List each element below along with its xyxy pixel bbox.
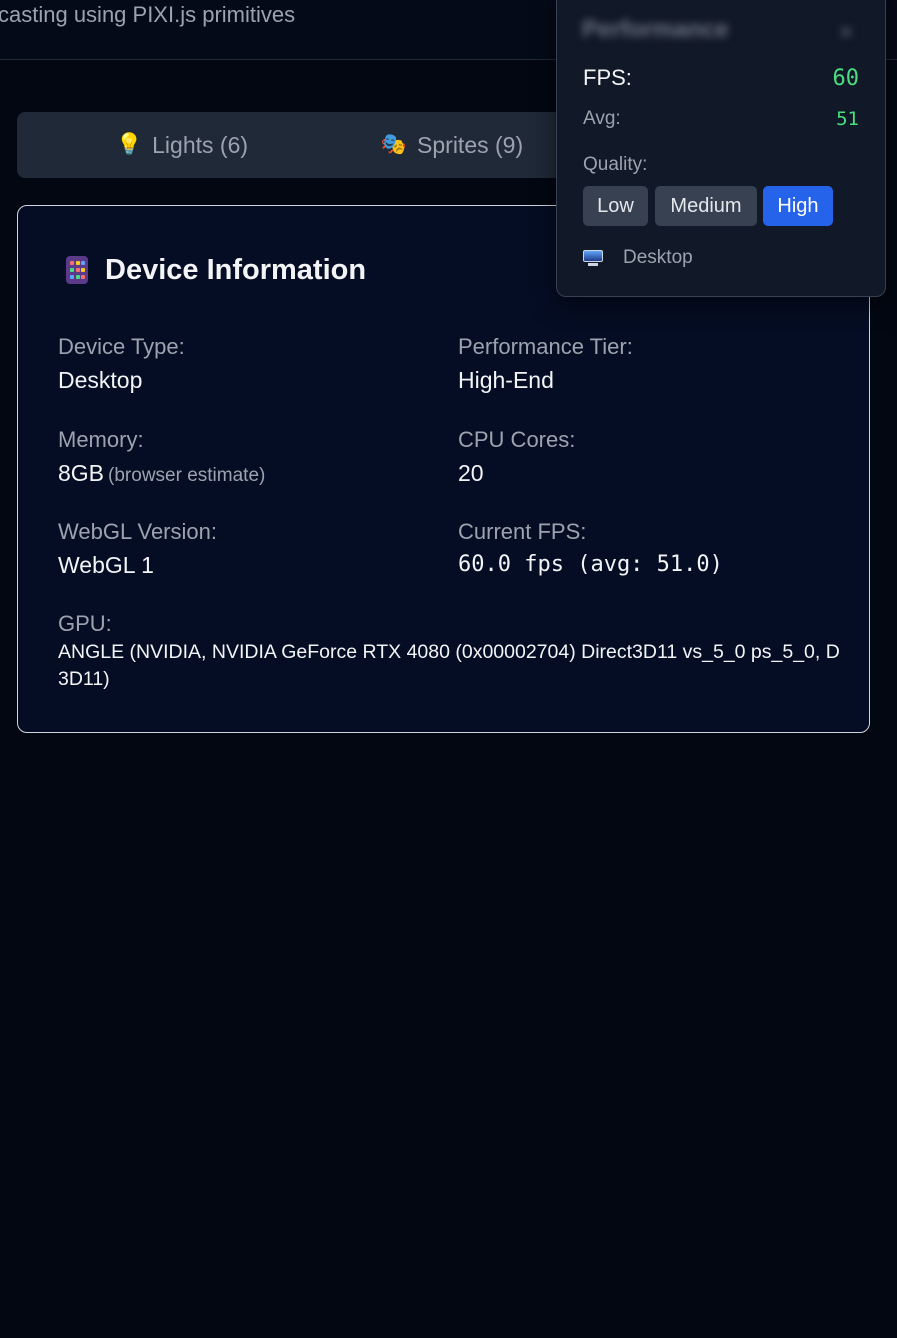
- memory-value: 8GB: [58, 460, 105, 486]
- fps-row: FPS: 60: [583, 65, 859, 91]
- current-fps-value: 60.0 fps (avg: 51.0): [458, 552, 723, 577]
- performance-tier-label: Performance Tier:: [458, 334, 633, 359]
- webgl-version-value: WebGL 1: [58, 552, 154, 578]
- avg-value: 51: [836, 108, 859, 130]
- memory-note: (browser estimate): [108, 465, 266, 486]
- device-type-value: Desktop: [58, 367, 143, 393]
- cpu-cores-value: 20: [458, 460, 484, 486]
- field-current-fps: Current FPS: 60.0 fps (avg: 51.0): [458, 518, 723, 580]
- quality-medium-button[interactable]: Medium: [655, 186, 757, 226]
- performance-panel-header[interactable]: Performance ×: [557, 0, 885, 61]
- fps-label: FPS:: [583, 65, 632, 90]
- current-fps-label: Current FPS:: [458, 519, 587, 544]
- device-info-title-text: Device Information: [105, 253, 367, 286]
- theater-masks-icon: 🎭: [380, 133, 408, 156]
- performance-panel: Performance × FPS: 60 Avg: 51 Quality: L…: [556, 0, 886, 297]
- abacus-icon: [66, 256, 88, 284]
- tab-sprites-label: Sprites (9): [417, 131, 524, 158]
- lightbulb-icon: 💡: [115, 133, 143, 156]
- field-memory: Memory: 8GB (browser estimate): [58, 426, 265, 491]
- quality-low-button[interactable]: Low: [583, 186, 648, 226]
- fps-value: 60: [832, 65, 860, 91]
- cpu-cores-label: CPU Cores:: [458, 427, 576, 452]
- desktop-computer-icon: [583, 250, 603, 266]
- quality-high-button[interactable]: High: [763, 186, 833, 226]
- device-indicator-label: Desktop: [623, 247, 693, 268]
- page-subtitle: casting using PIXI.js primitives: [0, 2, 296, 27]
- field-performance-tier: Performance Tier: High-End: [458, 333, 633, 395]
- device-indicator: Desktop: [583, 244, 693, 272]
- close-icon[interactable]: ×: [839, 19, 853, 47]
- field-device-type: Device Type: Desktop: [58, 333, 185, 395]
- page: casting using PIXI.js primitives 💡 Light…: [0, 0, 897, 1338]
- tab-sprites[interactable]: 🎭 Sprites (9): [327, 112, 577, 178]
- device-type-label: Device Type:: [58, 334, 185, 359]
- quality-label: Quality:: [583, 154, 648, 175]
- avg-label: Avg:: [583, 108, 621, 129]
- device-info-title: Device Information: [66, 252, 366, 288]
- performance-tier-value: High-End: [458, 367, 554, 393]
- performance-panel-title: Performance: [582, 16, 729, 43]
- memory-value-row: 8GB (browser estimate): [58, 458, 265, 491]
- memory-label: Memory:: [58, 427, 144, 452]
- gpu-value: ANGLE (NVIDIA, NVIDIA GeForce RTX 4080 (…: [58, 641, 840, 690]
- field-cpu-cores: CPU Cores: 20: [458, 426, 575, 488]
- field-webgl-version: WebGL Version: WebGL 1: [58, 518, 217, 580]
- gpu-label: GPU:: [58, 611, 112, 636]
- avg-row: Avg: 51: [583, 108, 859, 130]
- field-gpu: GPU: ANGLE (NVIDIA, NVIDIA GeForce RTX 4…: [58, 610, 848, 693]
- webgl-version-label: WebGL Version:: [58, 519, 217, 544]
- tab-lights[interactable]: 💡 Lights (6): [57, 112, 307, 178]
- tab-lights-label: Lights (6): [152, 131, 249, 158]
